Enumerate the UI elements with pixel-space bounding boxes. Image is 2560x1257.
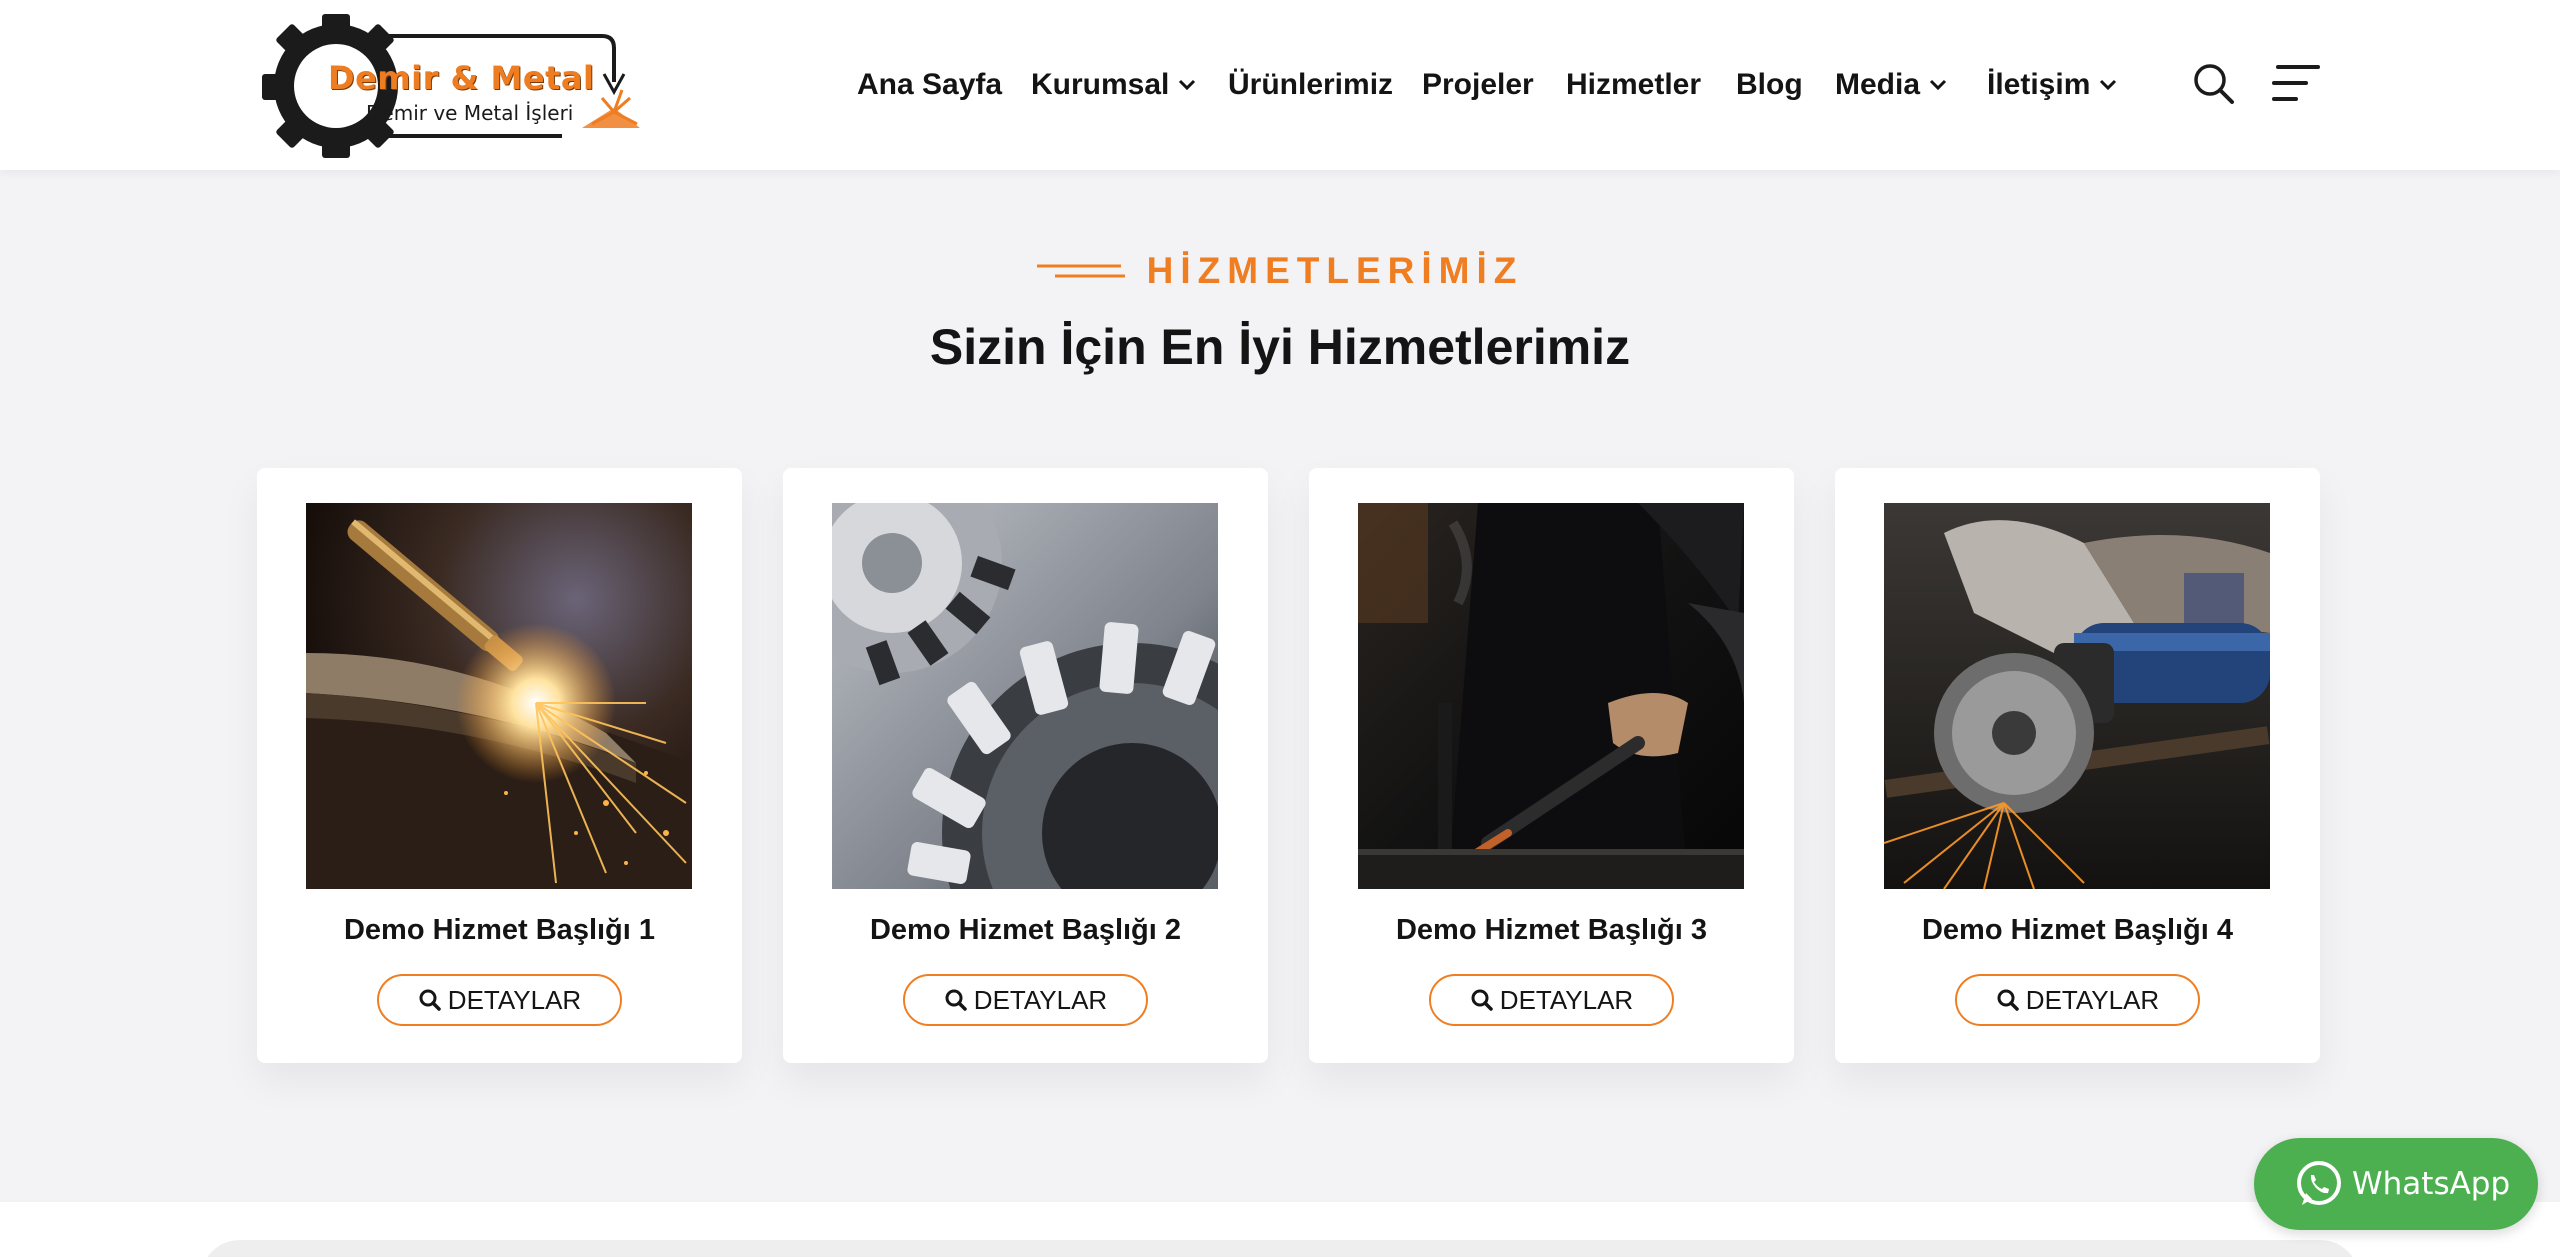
angle-grinder-image <box>1884 503 2270 889</box>
nav-item-label: Kurumsal <box>1031 68 1170 101</box>
service-title[interactable]: Demo Hizmet Başlığı 2 <box>783 914 1268 947</box>
service-card: Demo Hizmet Başlığı 4 DETAYLAR <box>1835 468 2320 1063</box>
details-button-label: DETAYLAR <box>973 984 1108 1015</box>
service-image-blacksmith[interactable] <box>1358 503 1744 889</box>
nav-item-projeler[interactable]: Projeler <box>1422 62 1534 108</box>
details-button[interactable]: DETAYLAR <box>1955 974 2200 1026</box>
details-button[interactable]: DETAYLAR <box>903 974 1148 1026</box>
site-logo[interactable]: Demir & Metal Demir ve Metal İşleri <box>262 12 642 160</box>
search-icon <box>2194 64 2234 104</box>
eyebrow-lines-icon <box>1036 264 1125 278</box>
chevron-down-icon <box>1177 78 1197 92</box>
menu-button[interactable] <box>2272 62 2320 104</box>
site-header: Demir & Metal Demir ve Metal İşleri Ana … <box>0 0 2560 170</box>
service-title[interactable]: Demo Hizmet Başlığı 4 <box>1835 914 2320 947</box>
nav-item-urunlerimiz[interactable]: Ürünlerimiz <box>1228 62 1393 108</box>
service-card: Demo Hizmet Başlığı 2 DETAYLAR <box>783 468 1268 1063</box>
nav-item-label: Projeler <box>1422 68 1534 101</box>
service-title[interactable]: Demo Hizmet Başlığı 3 <box>1309 914 1794 947</box>
nav-item-hizmetler[interactable]: Hizmetler <box>1566 62 1701 108</box>
logo-subtitle: Demir ve Metal İşleri <box>366 101 574 125</box>
search-button[interactable] <box>2192 62 2236 106</box>
nav-item-label: Blog <box>1736 68 1803 101</box>
details-button[interactable]: DETAYLAR <box>1429 974 1674 1026</box>
eyebrow-text: HİZMETLERİMİZ <box>1146 250 1524 291</box>
details-button[interactable]: DETAYLAR <box>377 974 622 1026</box>
details-button-label: DETAYLAR <box>1499 984 1634 1015</box>
search-icon <box>1470 988 1494 1012</box>
details-button-label: DETAYLAR <box>447 984 582 1015</box>
blacksmith-image <box>1358 503 1744 889</box>
details-button-label: DETAYLAR <box>2025 984 2160 1015</box>
logo-title: Demir & Metal <box>328 59 595 97</box>
welding-torch-image <box>306 503 692 889</box>
section-title: Sizin İçin En İyi Hizmetlerimiz <box>929 319 1631 375</box>
whatsapp-button[interactable]: WhatsApp <box>2254 1138 2538 1230</box>
nav-item-label: Hizmetler <box>1566 68 1702 101</box>
service-card: Demo Hizmet Başlığı 3 DETAYLAR <box>1309 468 1794 1063</box>
service-image-grinder[interactable] <box>1884 503 2270 889</box>
nav-item-media[interactable]: Media <box>1835 62 1948 108</box>
service-card: Demo Hizmet Başlığı 1 DETAYLAR <box>257 468 742 1063</box>
section-eyebrow: HİZMETLERİMİZ <box>0 246 2560 296</box>
nav-item-label: Media <box>1835 68 1921 101</box>
chevron-down-icon <box>1928 78 1948 92</box>
service-image-welding[interactable] <box>306 503 692 889</box>
search-icon <box>418 988 442 1012</box>
hamburger-menu-icon <box>2272 65 2320 101</box>
search-icon <box>944 988 968 1012</box>
nav-item-label: Ana Sayfa <box>857 68 1003 101</box>
nav-item-kurumsal[interactable]: Kurumsal <box>1031 62 1197 108</box>
nav-item-ana-sayfa[interactable]: Ana Sayfa <box>857 62 1002 108</box>
next-section-top <box>200 1240 2360 1257</box>
whatsapp-icon <box>2297 1161 2341 1205</box>
search-icon <box>1996 988 2020 1012</box>
nav-item-label: Ürünlerimiz <box>1228 68 1394 101</box>
nav-item-blog[interactable]: Blog <box>1736 62 1803 108</box>
chevron-down-icon <box>2098 78 2118 92</box>
nav-item-iletisim[interactable]: İletişim <box>1987 62 2118 108</box>
whatsapp-label: WhatsApp <box>2352 1166 2511 1202</box>
nav-item-label: İletişim <box>1987 68 2091 101</box>
service-title[interactable]: Demo Hizmet Başlığı 1 <box>257 914 742 947</box>
service-image-gears[interactable] <box>832 503 1218 889</box>
gears-image <box>832 503 1218 889</box>
